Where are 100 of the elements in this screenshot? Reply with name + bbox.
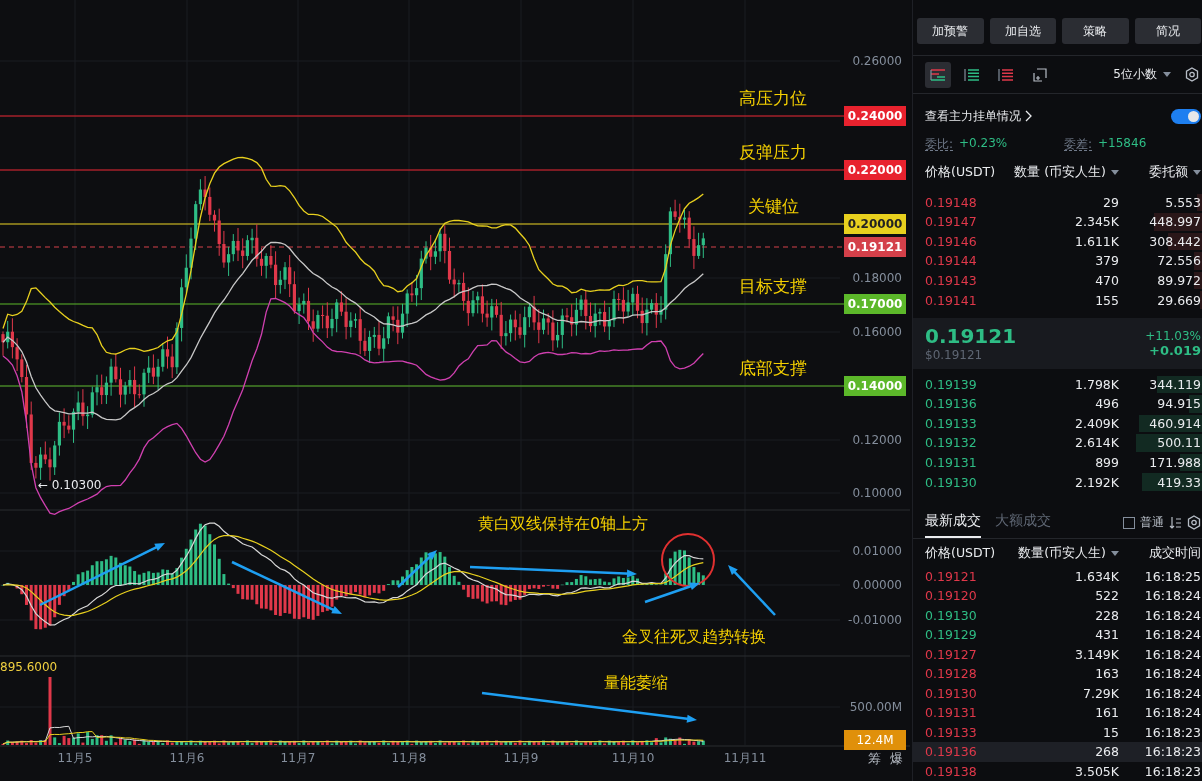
total-value: 94.915	[1156, 396, 1201, 412]
trade-amount: 522	[1094, 588, 1119, 604]
order-book-row[interactable]: 0.19139 1.798K 344.119	[913, 374, 1202, 395]
order-book-row[interactable]: 0.19146 1.611K 308.442	[913, 231, 1202, 252]
difference-value: +15846	[1098, 135, 1147, 152]
date-label: 11月8	[391, 750, 427, 767]
trades-tab[interactable]: 最新成交	[925, 507, 981, 538]
last-price: 0.19121	[925, 324, 1017, 349]
date-label: 11月5	[57, 750, 93, 767]
trade-row[interactable]: 0.19133 15 16:18:23	[913, 722, 1202, 743]
order-book-row[interactable]: 0.19147 2.345K 448.997	[913, 212, 1202, 232]
price-level-tag: 0.14000	[844, 376, 906, 396]
trade-price: 0.19131	[925, 705, 978, 721]
date-label: 11月11	[723, 750, 767, 767]
chart-tool-button[interactable]: 爆	[890, 750, 903, 768]
price-value: 0.19143	[925, 273, 978, 288]
amount-value: 2.614K	[1074, 435, 1119, 451]
amount-value: 899	[1094, 454, 1119, 470]
action-button[interactable]: 策略	[1062, 18, 1129, 44]
total-value: 500.11	[1156, 435, 1201, 451]
column-header: 成交时间	[1148, 545, 1201, 563]
level-note: 关键位	[747, 195, 799, 218]
price-value: 0.19131	[925, 454, 978, 470]
trade-price: 0.19129	[925, 627, 978, 643]
date-label: 11月9	[503, 750, 539, 767]
total-value: 460.914	[1148, 415, 1201, 431]
total-value: 344.119	[1148, 376, 1201, 392]
trade-amount: 7.29K	[1081, 685, 1119, 701]
date-label: 11月7	[280, 750, 316, 767]
amount-value: 1.798K	[1074, 376, 1119, 392]
trade-row[interactable]: 0.19128 163 16:18:24	[913, 664, 1202, 684]
amount-value: 1.611K	[1074, 233, 1119, 249]
price-value: 0.19139	[925, 376, 978, 392]
trade-amount: 3.505K	[1074, 763, 1119, 779]
amount-value: 29	[1102, 194, 1119, 210]
order-book-row[interactable]: 0.19144 379 72.556	[913, 251, 1202, 271]
trade-time: 16:18:24	[1143, 666, 1201, 682]
date-label: 11月6	[169, 750, 205, 767]
order-book-row[interactable]: 0.19131 899 171.988	[913, 452, 1202, 473]
total-value: 29.669	[1156, 292, 1201, 308]
action-button[interactable]: 加预警	[917, 18, 984, 44]
trade-row[interactable]: 0.19131 161 16:18:24	[913, 703, 1202, 723]
trade-row[interactable]: 0.19136 268 16:18:23	[913, 742, 1202, 762]
order-book-row[interactable]: 0.19148 29 5.553	[913, 192, 1202, 213]
macd-axis-label: 0.00000	[852, 578, 902, 592]
trade-time: 16:18:24	[1143, 646, 1201, 662]
order-book-row[interactable]: 0.19130 2.192K 419.33	[913, 472, 1202, 492]
precision-dropdown[interactable]: 5位小数	[1107, 65, 1177, 85]
action-button[interactable]: 简况	[1134, 18, 1201, 44]
order-book-row[interactable]: 0.19141 155 29.669	[913, 290, 1202, 310]
trade-time: 16:18:24	[1143, 588, 1201, 604]
price-level-tag: 0.20000	[844, 214, 906, 234]
low-price-marker: ← 0.10300	[38, 478, 102, 492]
amount-value: 496	[1094, 396, 1119, 412]
price-value: 0.19132	[925, 435, 978, 451]
date-label: 11月10	[611, 750, 655, 767]
volume-tag: 12.4M	[844, 730, 906, 750]
trade-time: 16:18:24	[1143, 685, 1201, 701]
total-value: 308.442	[1148, 233, 1201, 249]
order-book-row[interactable]: 0.19136 496 94.915	[913, 394, 1202, 414]
trade-price: 0.19121	[925, 568, 978, 584]
trade-row[interactable]: 0.19120 522 16:18:24	[913, 585, 1202, 606]
column-header[interactable]: 数量 (币安人生)	[1014, 163, 1106, 181]
macd-axis-label: 0.01000	[852, 544, 902, 558]
trade-row[interactable]: 0.19121 1.634K 16:18:25	[913, 566, 1202, 586]
order-book-row[interactable]: 0.19143 470 89.972	[913, 270, 1202, 291]
price-axis-label: 0.18000	[852, 271, 902, 285]
price-level-tag: 0.19121	[844, 237, 906, 257]
trade-row[interactable]: 0.19138 3.505K 16:18:23	[913, 761, 1202, 781]
chart-tool-button[interactable]: 筹	[868, 750, 881, 768]
ratio-value: +0.23%	[959, 135, 1008, 152]
total-value: 89.972	[1156, 273, 1201, 288]
main-orders-link[interactable]: 查看主力挂单情况	[925, 107, 1032, 125]
trade-time: 16:18:23	[1143, 763, 1201, 779]
trade-amount: 15	[1102, 724, 1119, 740]
order-book-row[interactable]: 0.19133 2.409K 460.914	[913, 413, 1202, 434]
trade-amount: 1.634K	[1074, 568, 1119, 584]
filter-label[interactable]: 普通	[1140, 514, 1164, 532]
price-axis-label: 0.12000	[852, 433, 902, 447]
column-header[interactable]: 委托额	[1149, 163, 1188, 181]
level-note: 目标支撑	[739, 275, 807, 298]
chart-annotation: 黄白双线保持在0轴上方	[478, 514, 649, 535]
price-value: 0.19130	[925, 474, 978, 490]
total-value: 5.553	[1164, 194, 1201, 210]
trade-price: 0.19138	[925, 763, 978, 779]
trade-row[interactable]: 0.19129 431 16:18:24	[913, 624, 1202, 645]
price-value: 0.19133	[925, 415, 978, 431]
trade-time: 16:18:24	[1143, 627, 1201, 643]
trade-price: 0.19136	[925, 744, 978, 760]
price-value: 0.19148	[925, 194, 978, 210]
column-header[interactable]: 数量(币安人生)	[1018, 545, 1106, 563]
trade-price: 0.19120	[925, 588, 978, 604]
difference-label: 委差:	[1064, 135, 1093, 151]
action-button[interactable]: 加自选	[989, 18, 1056, 44]
macd-axis-label: -0.01000	[848, 613, 902, 627]
order-book-row[interactable]: 0.19132 2.614K 500.11	[913, 433, 1202, 453]
trade-row[interactable]: 0.19130 7.29K 16:18:24	[913, 683, 1202, 704]
price-level-tag: 0.22000	[844, 160, 906, 180]
trade-row[interactable]: 0.19127 3.149K 16:18:24	[913, 644, 1202, 664]
trade-row[interactable]: 0.19130 228 16:18:24	[913, 605, 1202, 625]
